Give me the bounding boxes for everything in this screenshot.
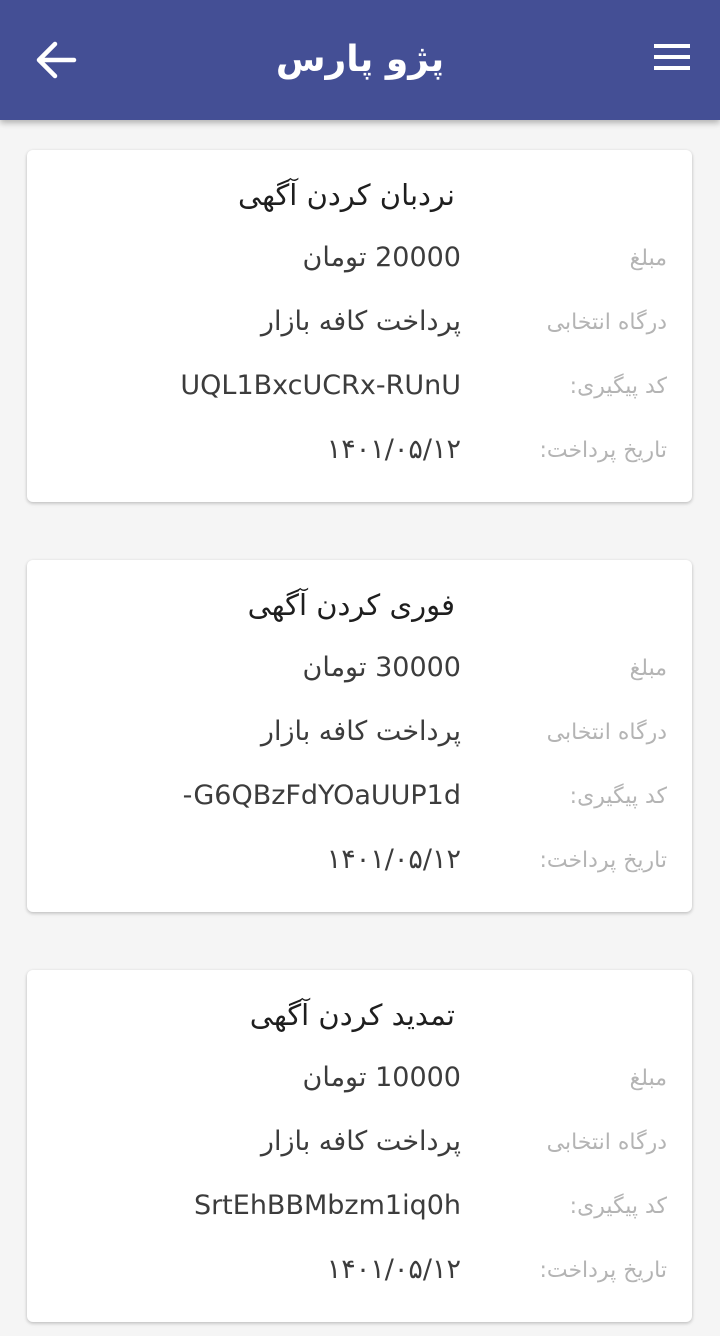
page-title: پژو پارس — [275, 39, 445, 80]
menu-button[interactable] — [648, 38, 696, 78]
payment-title: نردبان کردن آگهی — [237, 178, 455, 212]
tracking-code-value: -G6QBzFdYOaUUP1d — [182, 780, 461, 811]
amount-value: 30000 تومان — [302, 652, 461, 683]
payment-date-value: ۱۴۰۱/۰۵/۱۲ — [326, 434, 461, 465]
payment-card: نردبان کردن آگهی مبلغ 20000 تومان درگاه … — [27, 150, 692, 502]
amount-value: 10000 تومان — [302, 1062, 461, 1093]
amount-row: مبلغ 20000 تومان — [27, 242, 692, 282]
date-row: تاریخ پرداخت: ۱۴۰۱/۰۵/۱۲ — [27, 844, 692, 884]
gateway-row: درگاه انتخابی پرداخت کافه بازار — [27, 716, 692, 756]
date-row: تاریخ پرداخت: ۱۴۰۱/۰۵/۱۲ — [27, 434, 692, 474]
gateway-value: پرداخت کافه بازار — [260, 1126, 461, 1157]
amount-row: مبلغ 10000 تومان — [27, 1062, 692, 1102]
payment-date-label: تاریخ پرداخت: — [539, 438, 667, 463]
payment-title: فوری کردن آگهی — [247, 588, 455, 622]
gateway-label: درگاه انتخابی — [546, 720, 667, 745]
tracking-code-label: کد پیگیری: — [569, 374, 667, 399]
gateway-label: درگاه انتخابی — [546, 1130, 667, 1155]
payment-date-value: ۱۴۰۱/۰۵/۱۲ — [326, 844, 461, 875]
amount-row: مبلغ 30000 تومان — [27, 652, 692, 692]
tracking-row: کد پیگیری: -G6QBzFdYOaUUP1d — [27, 780, 692, 820]
amount-label: مبلغ — [629, 656, 667, 681]
payment-card: تمدید کردن آگهی مبلغ 10000 تومان درگاه ا… — [27, 970, 692, 1322]
gateway-row: درگاه انتخابی پرداخت کافه بازار — [27, 1126, 692, 1166]
app-bar: پژو پارس — [0, 0, 720, 120]
date-row: تاریخ پرداخت: ۱۴۰۱/۰۵/۱۲ — [27, 1254, 692, 1294]
payment-title: تمدید کردن آگهی — [249, 998, 455, 1032]
tracking-row: کد پیگیری: SrtEhBBMbzm1iq0h — [27, 1190, 692, 1230]
payment-date-label: تاریخ پرداخت: — [539, 1258, 667, 1283]
amount-label: مبلغ — [629, 1066, 667, 1091]
payment-date-label: تاریخ پرداخت: — [539, 848, 667, 873]
gateway-value: پرداخت کافه بازار — [260, 306, 461, 337]
gateway-label: درگاه انتخابی — [546, 310, 667, 335]
hamburger-menu-icon — [654, 44, 690, 70]
gateway-value: پرداخت کافه بازار — [260, 716, 461, 747]
payment-card: فوری کردن آگهی مبلغ 30000 تومان درگاه ان… — [27, 560, 692, 912]
gateway-row: درگاه انتخابی پرداخت کافه بازار — [27, 306, 692, 346]
tracking-code-value: UQL1BxcUCRx-RUnU — [180, 370, 461, 401]
amount-label: مبلغ — [629, 246, 667, 271]
tracking-row: کد پیگیری: UQL1BxcUCRx-RUnU — [27, 370, 692, 410]
amount-value: 20000 تومان — [302, 242, 461, 273]
tracking-code-label: کد پیگیری: — [569, 784, 667, 809]
tracking-code-value: SrtEhBBMbzm1iq0h — [193, 1190, 461, 1221]
tracking-code-label: کد پیگیری: — [569, 1194, 667, 1219]
payment-date-value: ۱۴۰۱/۰۵/۱۲ — [326, 1254, 461, 1285]
